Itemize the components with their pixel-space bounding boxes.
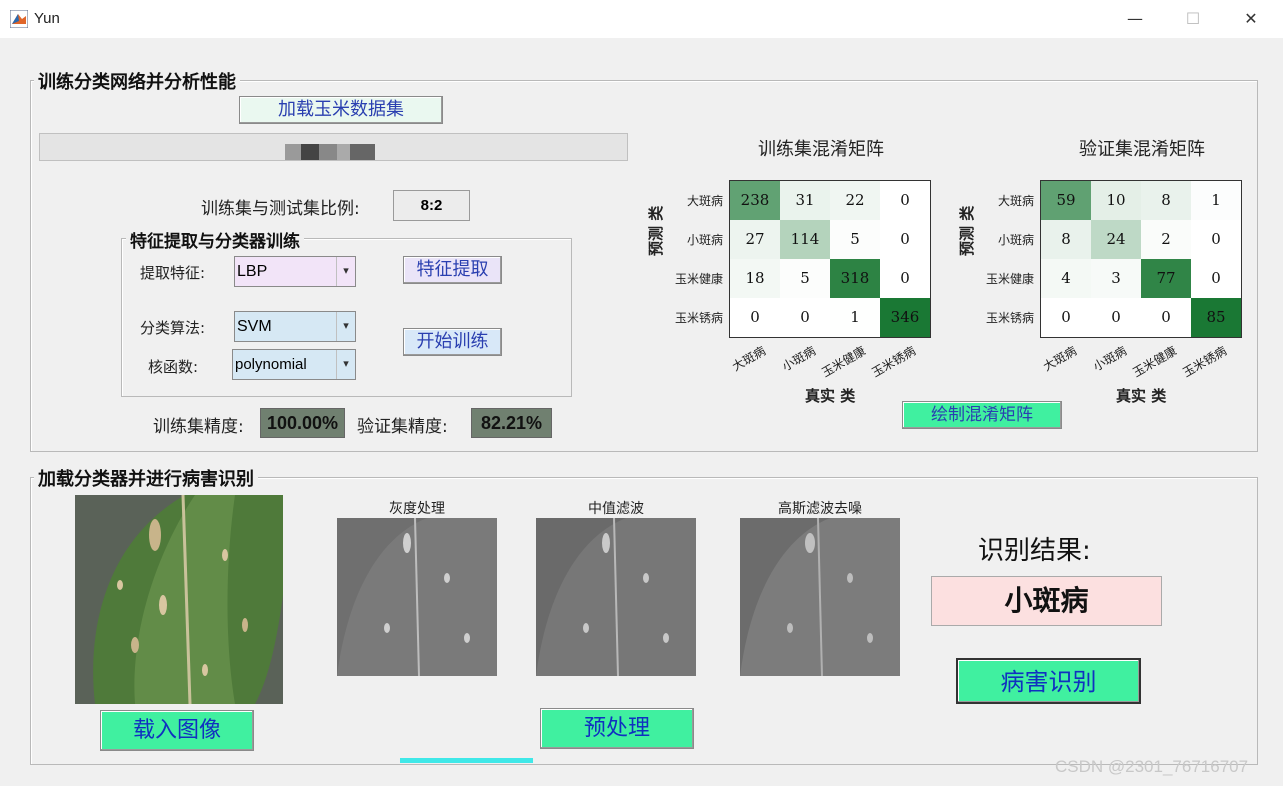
gauss-caption: 高斯滤波去噪 <box>778 501 862 517</box>
cm-cell: 346 <box>880 298 930 337</box>
maximize-button[interactable]: ☐ <box>1170 4 1216 34</box>
detect-panel-title: 加载分类器并进行病害识别 <box>34 465 258 491</box>
cm-cell: 238 <box>730 181 780 220</box>
kernel-select-value: polynomial <box>235 356 307 373</box>
load-dataset-button[interactable]: 加载玉米数据集 <box>239 96 443 124</box>
feature-extract-button[interactable]: 特征提取 <box>403 256 502 284</box>
cm-row-label: 大斑病 <box>686 193 723 208</box>
hidden-button-edge[interactable] <box>400 758 533 763</box>
train-panel-title: 训练分类网络并分析性能 <box>34 68 240 94</box>
cm-cell: 0 <box>880 259 930 298</box>
cm-row-label: 玉米锈病 <box>985 310 1034 325</box>
median-image <box>536 518 696 676</box>
cm-cell: 8 <box>1041 220 1091 259</box>
chevron-down-icon: ▾ <box>336 312 355 341</box>
algo-select-value: SVM <box>237 318 272 335</box>
train-cm-xlabel: 真实 类 <box>805 387 856 405</box>
chevron-down-icon: ▾ <box>336 257 355 286</box>
cm-row-label: 玉米健康 <box>985 271 1034 286</box>
close-button[interactable]: ✕ <box>1228 4 1274 34</box>
progress-bar <box>39 133 628 161</box>
cm-cell: 5 <box>780 259 830 298</box>
cm-cell: 0 <box>780 298 830 337</box>
feature-group-title: 特征提取与分类器训练 <box>126 227 304 252</box>
train-acc-label: 训练集精度: <box>153 417 244 437</box>
window-title: Yun <box>34 10 60 27</box>
chevron-down-icon: ▾ <box>336 350 355 379</box>
cm-cell: 0 <box>730 298 780 337</box>
gray-caption: 灰度处理 <box>389 501 445 517</box>
cm-cell: 0 <box>1141 298 1191 337</box>
cm-row-label: 玉米健康 <box>674 271 723 286</box>
feature-select[interactable]: LBP ▾ <box>234 256 356 287</box>
cm-cell: 4 <box>1041 259 1091 298</box>
result-value: 小斑病 <box>931 576 1162 626</box>
leaf-image <box>75 495 283 704</box>
load-image-button[interactable]: 载入图像 <box>100 710 254 751</box>
cm-cell: 8 <box>1141 181 1191 220</box>
plot-confusion-button[interactable]: 绘制混淆矩阵 <box>902 401 1062 429</box>
watermark: CSDN @2301_76716707 <box>1055 757 1249 776</box>
cm-cell: 10 <box>1091 181 1141 220</box>
cm-cell: 114 <box>780 220 830 259</box>
cm-cell: 1 <box>830 298 880 337</box>
ratio-field[interactable]: 8:2 <box>393 190 470 221</box>
start-training-button[interactable]: 开始训练 <box>403 328 502 356</box>
algo-select[interactable]: SVM ▾ <box>234 311 356 342</box>
minimize-button[interactable]: — <box>1112 4 1158 34</box>
cm-cell: 18 <box>730 259 780 298</box>
val-cm-title: 验证集混淆矩阵 <box>1079 139 1205 160</box>
cm-cell: 0 <box>1091 298 1141 337</box>
cm-cell: 0 <box>880 220 930 259</box>
median-caption: 中值滤波 <box>588 501 644 517</box>
cm-cell: 0 <box>1191 259 1241 298</box>
cm-cell: 59 <box>1041 181 1091 220</box>
matlab-icon <box>10 10 28 28</box>
feature-select-value: LBP <box>237 263 268 280</box>
cm-cell: 3 <box>1091 259 1141 298</box>
cm-cell: 5 <box>830 220 880 259</box>
train-acc-value: 100.00% <box>260 408 345 438</box>
algo-label: 分类算法: <box>140 319 206 337</box>
cm-cell: 318 <box>830 259 880 298</box>
title-bar: Yun — ☐ ✕ <box>0 0 1283 38</box>
progress-fill <box>285 144 375 160</box>
cm-cell: 0 <box>880 181 930 220</box>
kernel-select[interactable]: polynomial ▾ <box>232 349 356 380</box>
gray-image <box>337 518 497 676</box>
cm-row-label: 小斑病 <box>686 232 723 247</box>
identify-button[interactable]: 病害识别 <box>956 658 1141 704</box>
train-cm-title: 训练集混淆矩阵 <box>758 139 884 160</box>
val-confusion-matrix: 59 10 8 1 8 24 2 0 4 3 77 0 0 0 0 85 <box>1040 180 1242 338</box>
val-acc-value: 82.21% <box>471 408 552 438</box>
cm-cell: 24 <box>1091 220 1141 259</box>
cm-cell: 77 <box>1141 259 1191 298</box>
leaf-photo <box>75 495 283 704</box>
cm-row-label: 小斑病 <box>997 232 1034 247</box>
val-acc-label: 验证集精度: <box>357 417 448 437</box>
preprocess-button[interactable]: 预处理 <box>540 708 694 749</box>
cm-cell: 0 <box>1041 298 1091 337</box>
feature-label: 提取特征: <box>140 264 206 282</box>
val-cm-xlabel: 真实 类 <box>1116 387 1167 405</box>
cm-cell: 22 <box>830 181 880 220</box>
cm-cell: 27 <box>730 220 780 259</box>
gauss-image <box>740 518 900 676</box>
cm-row-label: 玉米锈病 <box>674 310 723 325</box>
kernel-label: 核函数: <box>148 358 199 376</box>
train-confusion-matrix: 238 31 22 0 27 114 5 0 18 5 318 0 0 0 1 346 <box>729 180 931 338</box>
cm-cell: 31 <box>780 181 830 220</box>
cm-cell: 2 <box>1141 220 1191 259</box>
cm-cell: 85 <box>1191 298 1241 337</box>
cm-row-label: 大斑病 <box>997 193 1034 208</box>
result-label: 识别结果: <box>978 536 1091 566</box>
cm-cell: 1 <box>1191 181 1241 220</box>
cm-cell: 0 <box>1191 220 1241 259</box>
ratio-label: 训练集与测试集比例: <box>201 199 360 219</box>
